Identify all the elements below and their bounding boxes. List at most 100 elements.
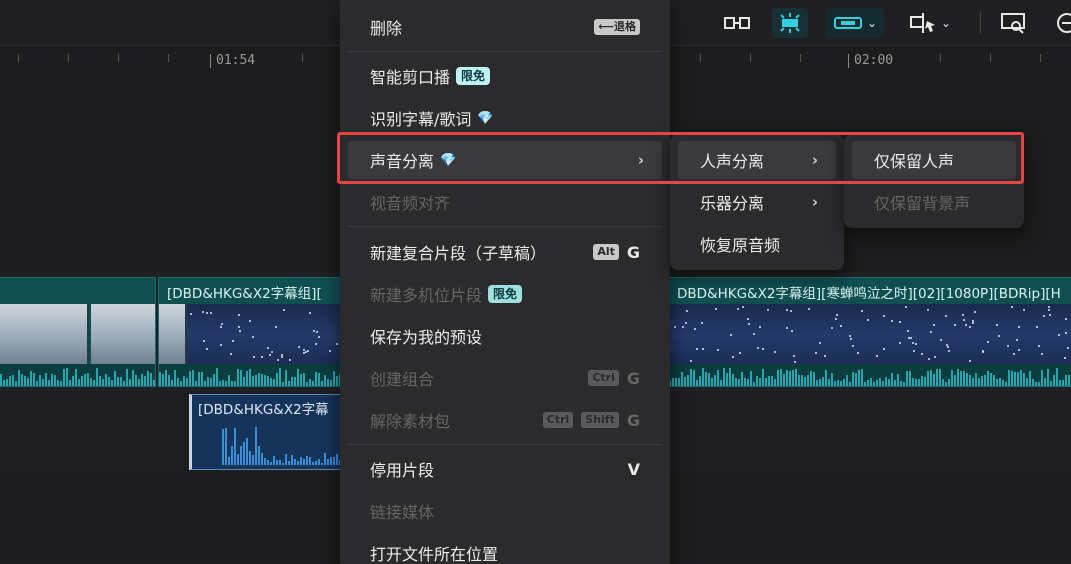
zoom-icon[interactable]: [1052, 8, 1071, 38]
waveform-bar: [318, 459, 320, 465]
submenu-item-keep-vocals[interactable]: 仅保留人声: [852, 141, 1016, 179]
waveform-bar: [999, 377, 1001, 386]
snap-icon[interactable]: [772, 8, 808, 38]
menu-item-save-preset[interactable]: 保存为我的预设: [348, 317, 662, 355]
waveform-bar: [774, 379, 776, 386]
waveform-bar: [846, 374, 848, 386]
waveform-bar: [960, 371, 962, 386]
waveform-bar: [309, 456, 311, 465]
waveform-bar: [297, 461, 299, 465]
star: [210, 311, 213, 314]
star: [681, 325, 684, 328]
waveform-bar: [747, 379, 749, 386]
menu-item-open-location[interactable]: 打开文件所在位置: [348, 534, 662, 564]
video-clip[interactable]: DBD&HKG&X2字幕组][寒蝉鸣泣之时][02][1080P][BDRip]…: [668, 277, 1071, 387]
submenu-item-restore-audio[interactable]: 恢复原音频: [678, 225, 836, 263]
star: [904, 306, 907, 309]
menu-item-disable-clip[interactable]: 停用片段 V: [348, 450, 662, 488]
star: [202, 340, 205, 343]
star: [237, 314, 240, 317]
chevron-down-icon[interactable]: ⌄: [867, 16, 877, 30]
waveform-bar: [237, 454, 239, 465]
waveform-bar: [684, 376, 686, 386]
video-clip[interactable]: [0, 277, 156, 387]
waveform-bar: [1035, 381, 1037, 386]
menu-item-recognize-lyrics[interactable]: 识别字幕/歌词 💎: [348, 99, 662, 137]
preview-icon[interactable]: [998, 8, 1028, 38]
submenu-item-instrument-separation[interactable]: 乐器分离 ›: [678, 183, 836, 221]
crop-icon[interactable]: ⌄: [904, 8, 956, 38]
waveform-bar: [903, 381, 905, 386]
waveform-bar: [1026, 377, 1028, 386]
waveform-bar: [981, 375, 983, 386]
star: [248, 320, 251, 323]
menu-item-new-compound[interactable]: 新建复合片段（子草稿） Alt G: [348, 233, 662, 271]
menu-item-audio-separation[interactable]: 声音分离 💎 ›: [348, 141, 662, 179]
waveform-bar: [45, 372, 47, 386]
star: [947, 349, 950, 352]
star: [786, 309, 789, 312]
star: [1066, 347, 1069, 350]
waveform-bar: [99, 375, 101, 386]
time-label: 01:54: [216, 53, 256, 68]
waveform-bar: [195, 380, 197, 386]
star: [715, 308, 718, 311]
star: [251, 335, 254, 338]
waveform-bar: [225, 427, 227, 465]
star: [996, 323, 999, 326]
menu-item-smart-cut[interactable]: 智能剪口播 限免: [348, 57, 662, 95]
waveform-bar: [312, 462, 314, 465]
waveform-bar: [240, 369, 242, 386]
waveform-bar: [915, 378, 917, 386]
star: [824, 354, 827, 357]
link-icon[interactable]: ⌄: [826, 8, 884, 38]
waveform-bar: [285, 369, 287, 386]
star: [968, 359, 971, 362]
star: [205, 347, 208, 350]
menu-item-delete[interactable]: 删除 ⟵退格: [348, 8, 662, 46]
submenu-audio-separation: 人声分离 › 乐器分离 › 恢复原音频: [670, 134, 844, 270]
star: [762, 348, 765, 351]
split-icon[interactable]: [722, 8, 752, 38]
submenu-item-vocal-separation[interactable]: 人声分离 ›: [678, 141, 836, 179]
waveform-bar: [75, 368, 77, 386]
chevron-down-icon[interactable]: ⌄: [941, 16, 951, 30]
star: [1017, 325, 1020, 328]
star: [314, 342, 317, 345]
clip-title: [DBD&HKG&X2字幕组][: [167, 286, 322, 302]
waveform-bar: [324, 374, 326, 386]
star: [1048, 306, 1051, 309]
star: [757, 346, 760, 349]
waveform-bar: [30, 371, 32, 386]
waveform-bar: [867, 380, 869, 386]
chevron-right-icon: ›: [811, 151, 818, 169]
waveform-bar: [1032, 379, 1034, 386]
waveform-bar: [972, 377, 974, 386]
star: [836, 314, 839, 317]
star: [851, 344, 854, 347]
waveform-bar: [1014, 372, 1016, 386]
waveform-bar: [333, 457, 335, 465]
waveform-bar: [303, 372, 305, 386]
waveform-bar: [699, 375, 701, 386]
waveform-bar: [729, 368, 731, 386]
menu-item-new-multicam: 新建多机位片段 限免: [348, 275, 662, 313]
waveform-bar: [717, 369, 719, 386]
waveform-bar: [1038, 381, 1040, 386]
chevron-right-icon: ›: [811, 193, 818, 211]
star: [883, 348, 886, 351]
waveform-bar: [708, 373, 710, 386]
waveform-bar: [735, 377, 737, 386]
audio-clip[interactable]: [DBD&HKG&X2字幕: [189, 394, 349, 470]
star: [876, 355, 879, 358]
star: [972, 321, 975, 324]
waveform-bar: [108, 377, 110, 386]
waveform-bar: [150, 372, 152, 386]
video-clip[interactable]: [DBD&HKG&X2字幕组][: [158, 277, 348, 387]
star: [288, 359, 291, 362]
star: [962, 318, 965, 321]
waveform-bar: [273, 379, 275, 386]
waveform-bar: [1008, 369, 1010, 386]
star: [965, 323, 968, 326]
waveform-bar: [192, 369, 194, 386]
